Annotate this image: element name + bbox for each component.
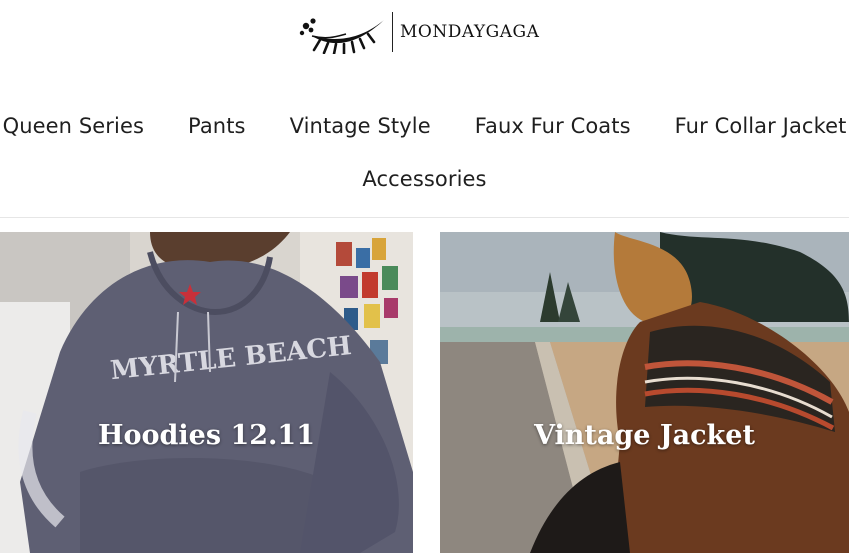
site-header: MONDAYGAGA Queen Series Pants Vintage St… [0,0,849,218]
eyelash-logo-icon [299,18,384,54]
nav-item-fur-collar-jacket[interactable]: Fur Collar Jacket [675,114,847,138]
nav-item-queen-series[interactable]: Queen Series [3,114,144,138]
main-nav-row-2: Accessories [0,167,849,191]
nav-item-vintage-style[interactable]: Vintage Style [290,114,431,138]
nav-item-faux-fur-coats[interactable]: Faux Fur Coats [475,114,631,138]
vintage-jacket-photo [440,232,849,553]
nav-item-accessories[interactable]: Accessories [362,167,486,191]
collection-card-vintage-jacket[interactable]: Vintage Jacket [440,232,849,553]
brand-name: MONDAYGAGA [400,22,540,42]
header-divider [0,217,849,218]
collection-card-hoodies[interactable]: MYRTLE BEACH Hoodies 12.11 [0,232,413,553]
main-nav-row-1: Queen Series Pants Vintage Style Faux Fu… [0,114,849,138]
collection-title-hoodies: Hoodies 12.11 [98,420,315,451]
brand-logo[interactable]: MONDAYGAGA [298,10,539,54]
nav-item-pants[interactable]: Pants [188,114,246,138]
hoodie-photo: MYRTLE BEACH [0,232,413,553]
logo-divider [392,12,393,52]
collection-title-vintage-jacket: Vintage Jacket [534,420,755,451]
